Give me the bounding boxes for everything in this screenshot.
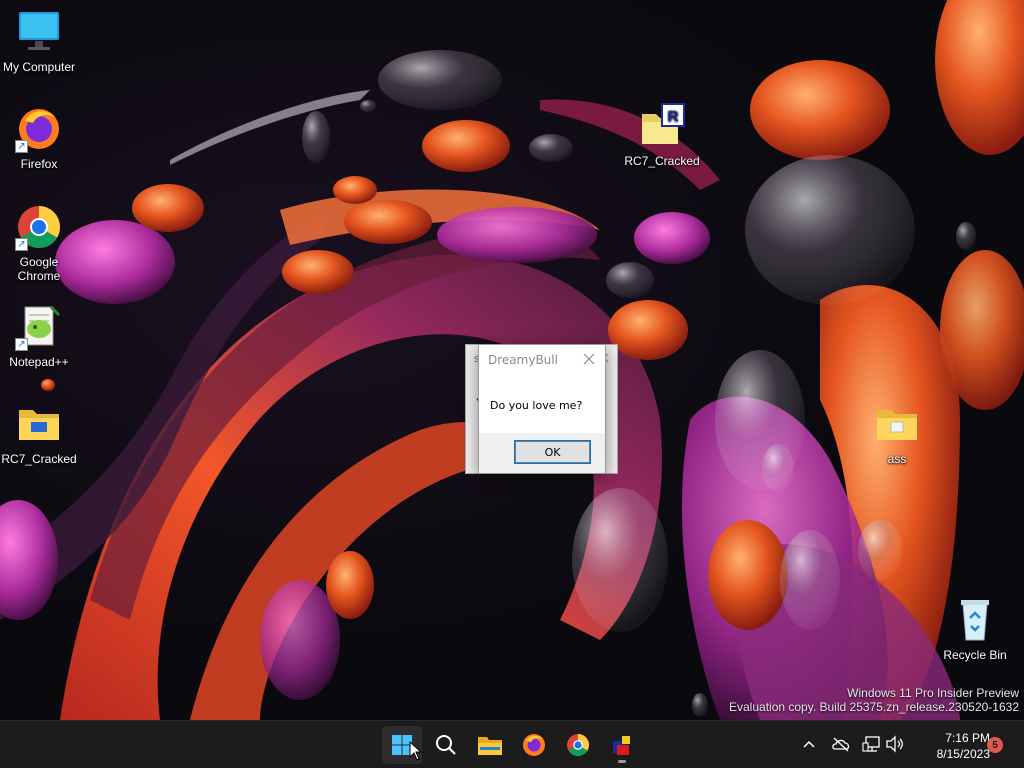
chrome-icon: ↗ (15, 203, 63, 251)
show-hidden-icons[interactable] (798, 733, 820, 755)
onedrive-status[interactable] (830, 733, 852, 755)
shortcut-arrow-icon: ↗ (15, 338, 28, 351)
network-status[interactable] (861, 733, 883, 755)
volume-control[interactable] (884, 733, 906, 755)
taskbar-chrome[interactable] (558, 726, 598, 764)
desktop-icon-my-computer[interactable]: My Computer (1, 8, 77, 74)
taskbar-firefox[interactable] (514, 726, 554, 764)
windows-watermark: Windows 11 Pro Insider Preview Evaluatio… (729, 686, 1019, 714)
search-icon (436, 735, 456, 755)
recycle-bin-icon (951, 596, 999, 644)
clock-time: 7:16 PM (945, 731, 990, 745)
shortcut-arrow-icon: ↗ (15, 238, 28, 251)
taskbar-file-explorer[interactable] (470, 726, 510, 764)
rc7-app-icon (613, 736, 630, 755)
watermark-build: Evaluation copy. Build 25375.zn_release.… (729, 700, 1019, 714)
desktop-icon-label: Notepad++ (9, 355, 69, 369)
desktop-icon-label: ass (887, 452, 907, 466)
close-button[interactable] (581, 351, 597, 367)
taskbar-rc7[interactable] (602, 726, 642, 764)
desktop-icon-rc7-folder[interactable]: RC7_Cracked (1, 400, 77, 466)
desktop-icon-label: My Computer (2, 60, 76, 74)
search-button[interactable] (426, 726, 466, 764)
message-text: Do you love me? (490, 399, 583, 412)
ok-button[interactable]: OK (514, 440, 591, 464)
desktop-icon-rc7-app[interactable]: R RC7_Cracked (624, 102, 700, 168)
message-box: DreamyBull Do you love me? OK (478, 344, 606, 474)
mouse-cursor-icon (409, 741, 423, 761)
clock[interactable]: 7:16 PM 8/15/2023 (916, 730, 990, 762)
firefox-icon (523, 734, 545, 756)
shortcut-arrow-icon: ↗ (15, 140, 28, 153)
close-icon (583, 353, 595, 365)
chevron-up-icon (803, 740, 815, 748)
notepadpp-icon: ↗ (15, 303, 63, 351)
desktop-icon-firefox[interactable]: ↗ Firefox (1, 105, 77, 171)
file-explorer-icon (478, 737, 502, 755)
desktop-icon-google-chrome[interactable]: ↗ Google Chrome (1, 203, 77, 283)
taskbar: 7:16 PM 8/15/2023 5 (0, 720, 1024, 768)
desktop-icon-label: Recycle Bin (943, 648, 1007, 662)
desktop-icon-label: Firefox (20, 157, 58, 171)
rc7-app-icon: R (638, 102, 686, 150)
volume-icon (886, 735, 903, 753)
notification-badge[interactable]: 5 (987, 737, 1003, 753)
network-icon (862, 736, 880, 752)
desktop-icon-ass-folder[interactable]: ass (859, 400, 935, 466)
desktop-icon-notepadpp[interactable]: ↗ Notepad++ (1, 303, 77, 369)
svg-text:R: R (668, 108, 679, 125)
desktop-icon-recycle-bin[interactable]: Recycle Bin (937, 596, 1013, 662)
onedrive-offline-icon (832, 737, 850, 752)
running-indicator (618, 760, 626, 763)
desktop-icon-label: RC7_Cracked (1, 452, 77, 466)
message-box-title: DreamyBull (488, 353, 558, 367)
watermark-edition: Windows 11 Pro Insider Preview (847, 686, 1019, 700)
clock-date: 8/15/2023 (936, 747, 990, 761)
monitor-icon (15, 8, 63, 56)
desktop-icon-label: Google Chrome (17, 255, 61, 283)
folder-icon (15, 400, 63, 448)
folder-icon (873, 400, 921, 448)
chrome-icon (567, 734, 589, 756)
desktop-icon-label: RC7_Cracked (624, 154, 700, 168)
message-box-footer: OK (479, 433, 605, 473)
firefox-icon: ↗ (15, 105, 63, 153)
